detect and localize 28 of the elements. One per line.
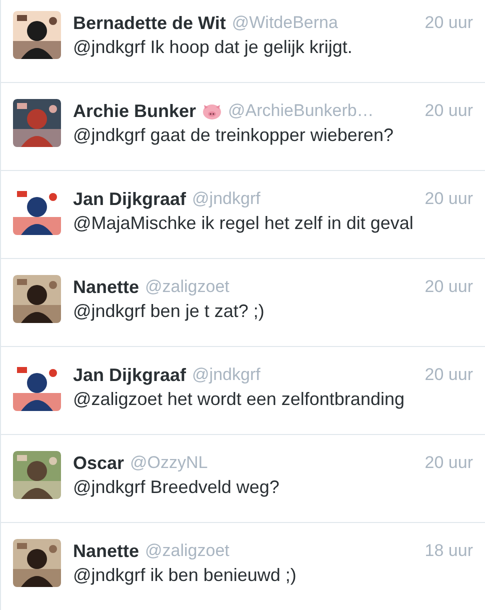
user-name[interactable]: Nanette	[73, 276, 140, 298]
user-handle: @zaligzoet	[145, 277, 230, 297]
user-name[interactable]: Bernadette de Wit	[73, 12, 226, 34]
user-handle: @jndkgrf	[192, 189, 260, 209]
tweet-text: @jndkgrf Ik hoop dat je gelijk krijgt.	[73, 36, 354, 59]
tweet-time: 20 uur	[424, 277, 473, 297]
user-name[interactable]: Nanette	[73, 540, 140, 562]
user-handle: @jndkgrf	[192, 365, 260, 385]
tweet-time: 18 uur	[424, 541, 473, 561]
tweet-time: 20 uur	[424, 189, 473, 209]
user-name[interactable]: Oscar	[73, 452, 124, 474]
tweet-time: 20 uur	[424, 453, 473, 473]
user-name[interactable]: Jan Dijkgraaf	[73, 364, 186, 386]
user-handle: @ArchieBunkerb…	[228, 101, 374, 121]
user-handle: @WitdeBerna	[232, 13, 338, 33]
tweet-time: 20 uur	[424, 101, 473, 121]
tweet-text: @jndkgrf ben je t zat? ;)	[73, 300, 266, 323]
tweet-time: 20 uur	[424, 365, 473, 385]
tweet-text: @jndkgrf Breedveld weg?	[73, 476, 280, 499]
user-name[interactable]: Archie Bunker	[73, 100, 196, 122]
tweet-text: @zaligzoet het wordt een zelfontbranding	[73, 388, 406, 411]
user-handle: @OzzyNL	[130, 453, 208, 473]
tweet-text: @jndkgrf ik ben benieuwd ;)	[73, 564, 298, 587]
tweet-text: @jndkgrf gaat de treinkopper wieberen?	[73, 124, 394, 147]
tweet-time: 20 uur	[424, 13, 473, 33]
tweet-text: @MajaMischke ik regel het zelf in dit geval	[73, 212, 414, 235]
user-handle: @zaligzoet	[145, 541, 230, 561]
user-name[interactable]: Jan Dijkgraaf	[73, 188, 186, 210]
